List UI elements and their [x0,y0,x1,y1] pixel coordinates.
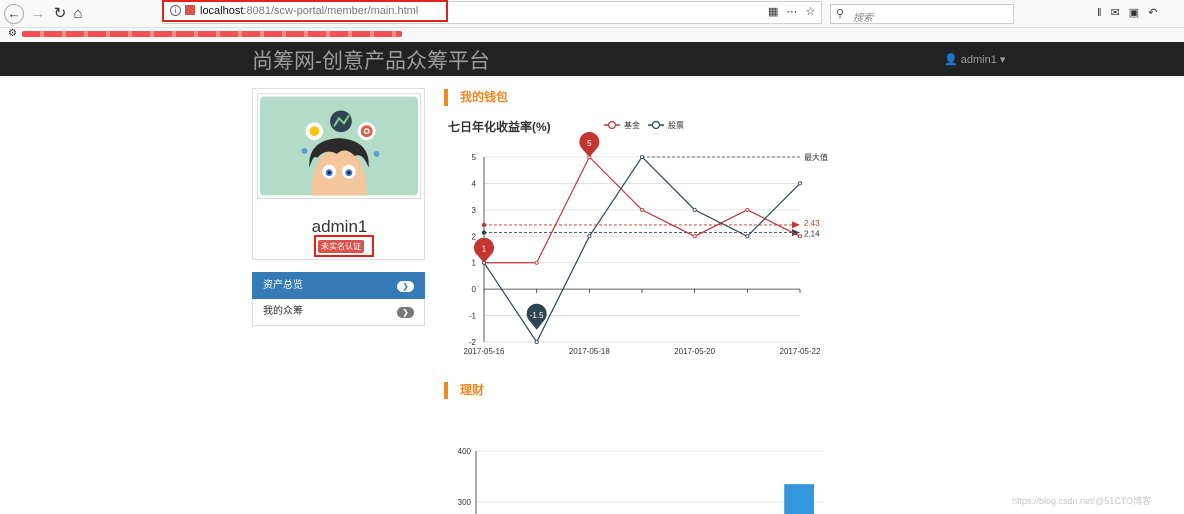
menu-item-asset-overview[interactable]: 资产总览 ❯ [252,272,425,299]
bookmark-bar: ⚙ [0,28,1184,42]
average-markline-start [481,222,487,228]
user-name: admin1 [960,54,997,66]
y-tick-label: 400 [458,447,472,456]
menu-item-label: 我的众筹 [263,306,303,317]
mark-point-label: 5 [587,139,592,148]
x-tick-label: 2017-05-16 [464,347,505,356]
page-actions[interactable]: ▦⋯☆ [768,5,823,18]
max-markline-label: 最大值 [804,152,828,162]
auth-status-badge[interactable]: 未实名认证 [318,240,364,253]
legend-label: 股票 [668,121,684,130]
y-tick-label: 4 [472,179,477,188]
chevron-right-icon: ❯ [397,281,414,292]
series-point [587,234,592,239]
back-arrow-icon[interactable]: ← [4,4,24,24]
y-tick-label: 300 [458,498,472,507]
x-tick-label: 2017-05-22 [780,347,821,356]
side-menu: 资产总览 ❯ 我的众筹 ❯ [252,272,425,326]
series-point [692,207,697,212]
y-tick-label: 0 [472,285,477,294]
y-tick-label: 1 [472,259,477,268]
home-icon[interactable]: ⌂ [68,4,88,24]
x-tick-label: 2017-05-20 [674,347,715,356]
y-tick-label: -1 [469,312,477,321]
series-point [639,155,644,160]
redacted-bookmarks [22,31,402,37]
browser-tool-icons[interactable]: ‖✉▣↶ [1097,6,1166,19]
bar [784,484,815,514]
menu-item-my-crowdfunding[interactable]: 我的众筹 ❯ [252,299,425,326]
search-placeholder: 搜索 [853,13,873,24]
y-tick-label: 2 [472,232,477,241]
caret-down-icon: ▾ [999,54,1006,66]
search-icon: ⚲ [836,8,845,20]
y-tick-label: 5 [472,153,477,162]
average-markline-start [481,230,487,235]
mark-point-label: -1.5 [530,311,544,320]
app-navbar: 尚筹网-创意产品众筹平台 👤 admin1 ▾ [0,42,1184,76]
profile-username: admin1 [311,217,368,236]
y-tick-label: -2 [469,338,477,347]
yield-line-chart: 七日年化收益率(%) 基金 股票-2-10123452017-05-16 2017-0… [448,119,828,356]
x-tick-label: 2017-05-18 [569,347,610,356]
y-tick-label: 3 [472,206,477,215]
chart-title: 七日年化收益率(%) [448,119,551,134]
series-point [745,207,750,212]
mark-point-label: 1 [482,245,487,254]
series-point [692,234,697,239]
chevron-right-icon: ❯ [397,307,414,318]
user-icon: 👤 [944,54,958,66]
avatar-illustration [260,96,418,196]
series-point [639,207,644,212]
forward-arrow-icon[interactable]: → [28,4,48,24]
series-point [534,339,539,344]
watermark-text: https://blog.csdn.net/@51CTO博客 [1012,496,1152,506]
browser-toolbar: ← → ↻ ⌂ i localhost:8081/scw-portal/memb… [0,0,1184,28]
legend-label: 基金 [624,120,640,130]
section-title-wallet: 我的钱包 [444,89,508,106]
average-markline-arrow [792,221,800,229]
average-markline-label: 2.14 [804,230,820,239]
legend-marker [607,120,617,130]
section-title-finance: 理财 [444,382,484,399]
legend-marker [651,120,661,130]
average-markline-label: 2.43 [804,219,820,228]
series-point [745,234,750,239]
finance-bar-chart: 300 400 [458,447,824,514]
reload-icon[interactable]: ↻ [50,4,70,24]
gear-icon[interactable]: ⚙ [8,28,17,39]
avatar [257,93,421,199]
series-point [534,260,539,265]
menu-item-label: 资产总览 [263,280,303,291]
user-dropdown[interactable]: 👤 admin1 ▾ [944,53,1005,66]
url-annotation-box [162,0,448,22]
series-point [797,181,802,186]
profile-card: admin1 未实名认证 [252,88,425,260]
series-point [797,234,802,239]
search-input[interactable]: ⚲ 搜索 [830,4,1014,24]
brand-title[interactable]: 尚筹网-创意产品众筹平台 [252,45,490,75]
